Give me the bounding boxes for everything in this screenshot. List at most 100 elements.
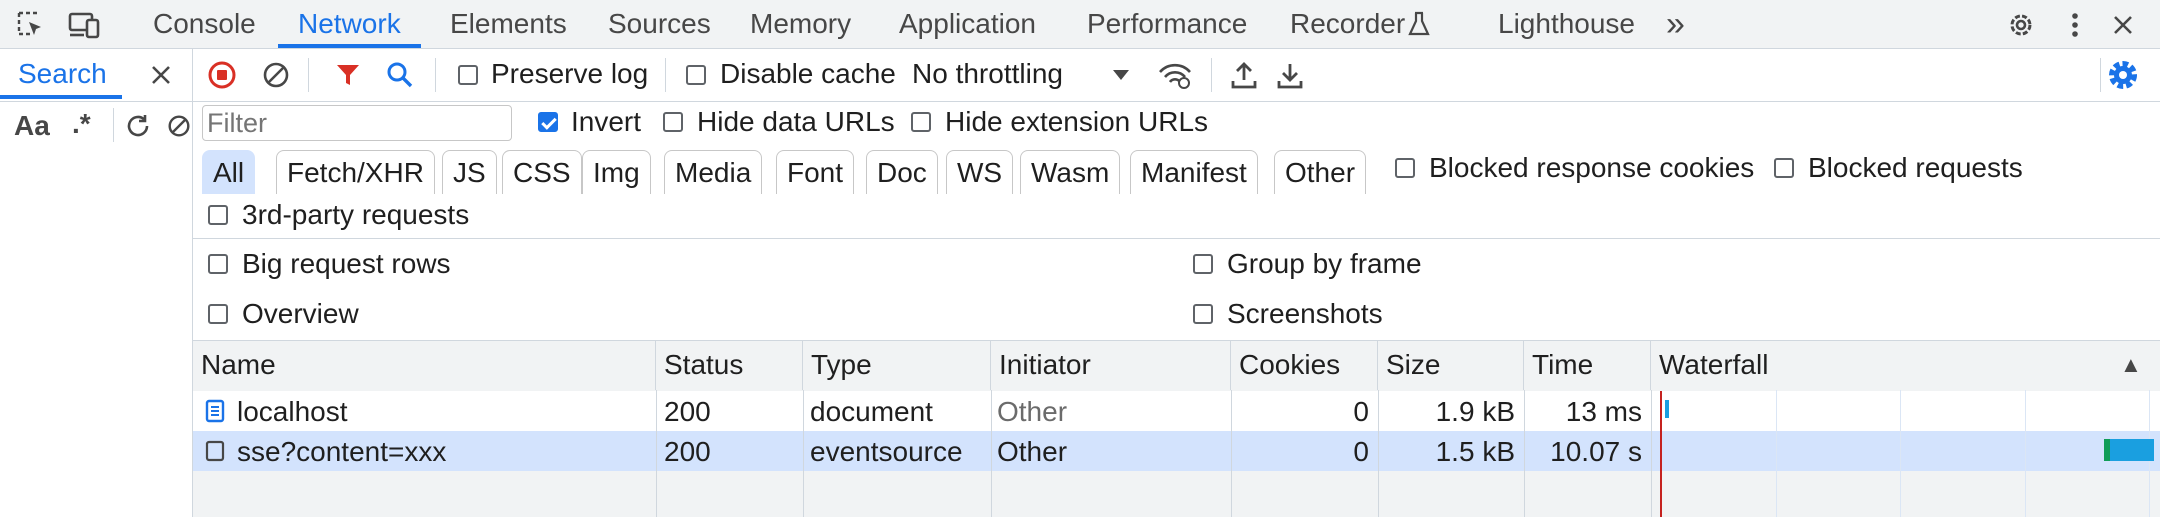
tab-elements[interactable]: Elements <box>450 0 567 48</box>
type-filter-media[interactable]: Media <box>664 150 763 194</box>
more-tabs-button[interactable]: » <box>1666 0 1685 48</box>
blocked-response-cookies-label: Blocked response cookies <box>1429 152 1755 183</box>
request-time: 10.07 s <box>1550 436 1642 467</box>
column-header-status[interactable]: Status <box>656 340 803 390</box>
blocked-requests-checkbox[interactable] <box>1774 158 1794 178</box>
type-filter-all[interactable]: All <box>202 150 256 194</box>
waterfall-bar <box>2110 439 2154 461</box>
overview-checkbox[interactable] <box>208 304 228 324</box>
throttling-select[interactable]: No throttling <box>912 58 1063 90</box>
type-filter-font[interactable]: Font <box>776 150 855 194</box>
column-header-time[interactable]: Time <box>1524 340 1651 390</box>
document-icon <box>204 398 226 424</box>
disable-cache-checkbox[interactable] <box>686 65 706 85</box>
network-settings-gear-icon[interactable] <box>2104 56 2142 94</box>
third-party-requests-checkbox[interactable] <box>208 205 228 225</box>
request-size: 1.5 kB <box>1435 436 1515 467</box>
request-name[interactable]: sse?content=xxx <box>237 432 446 472</box>
tab-memory[interactable]: Memory <box>750 0 851 48</box>
regex-button[interactable]: .* <box>72 108 91 140</box>
table-row[interactable] <box>193 391 2160 431</box>
clear-search-icon[interactable] <box>166 110 192 142</box>
big-request-rows-checkbox[interactable] <box>208 254 228 274</box>
type-filter-css[interactable]: CSS <box>502 150 582 194</box>
type-filter-img[interactable]: Img <box>582 150 651 194</box>
screenshots-label: Screenshots <box>1227 298 1383 329</box>
preserve-log-checkbox[interactable] <box>458 65 478 85</box>
type-filter-js[interactable]: JS <box>442 150 497 194</box>
hide-extension-urls-label: Hide extension URLs <box>945 106 1209 137</box>
device-toolbar-icon[interactable] <box>66 8 102 42</box>
settings-gear-icon[interactable] <box>2004 8 2038 42</box>
group-by-frame-label: Group by frame <box>1227 248 1422 279</box>
tab-network[interactable]: Network <box>278 0 421 48</box>
match-case-button[interactable]: Aa <box>14 110 50 142</box>
load-event-line <box>1660 391 1662 517</box>
search-icon[interactable] <box>384 59 416 91</box>
tab-console[interactable]: Console <box>153 0 256 48</box>
request-cookies: 0 <box>1353 436 1369 467</box>
request-type: document <box>810 396 933 427</box>
inspect-element-icon[interactable] <box>14 8 48 42</box>
divider <box>308 58 309 92</box>
close-search-icon[interactable] <box>146 60 176 90</box>
request-initiator: Other <box>997 396 1068 427</box>
hide-extension-urls-checkbox[interactable] <box>911 112 931 132</box>
more-options-icon[interactable] <box>2060 8 2090 42</box>
type-filter-other[interactable]: Other <box>1274 150 1367 194</box>
type-filter-ws[interactable]: WS <box>946 150 1014 194</box>
divider <box>113 108 114 142</box>
tab-lighthouse[interactable]: Lighthouse <box>1498 0 1635 48</box>
waterfall-gridline <box>1776 390 1777 517</box>
refresh-icon[interactable] <box>122 110 154 142</box>
type-filter-fetch-xhr[interactable]: Fetch/XHR <box>276 150 435 194</box>
request-type: eventsource <box>810 436 963 467</box>
network-conditions-icon[interactable] <box>1156 58 1194 92</box>
column-header-cookies[interactable]: Cookies <box>1231 340 1378 390</box>
column-divider <box>991 390 992 517</box>
waterfall-gridline <box>2025 390 2026 517</box>
close-devtools-icon[interactable] <box>2106 8 2140 42</box>
tab-recorder[interactable]: Recorder <box>1290 0 1405 48</box>
overview-label: Overview <box>242 298 359 329</box>
third-party-requests-label: 3rd-party requests <box>242 199 470 230</box>
column-header-name[interactable]: Name <box>193 340 656 390</box>
invert-checkbox[interactable] <box>538 112 558 132</box>
search-panel-tab[interactable]: Search <box>0 49 122 99</box>
waterfall-gridline <box>1900 390 1901 517</box>
export-har-icon[interactable] <box>1274 58 1306 92</box>
column-divider <box>803 390 804 517</box>
tab-application[interactable]: Application <box>899 0 1036 48</box>
import-har-icon[interactable] <box>1228 58 1260 92</box>
divider <box>665 58 666 92</box>
type-filter-wasm[interactable]: Wasm <box>1020 150 1121 194</box>
screenshots-checkbox[interactable] <box>1193 304 1213 324</box>
chevron-down-icon <box>1108 62 1134 88</box>
divider <box>1211 58 1212 92</box>
filter-input[interactable] <box>202 105 512 141</box>
hide-data-urls-label: Hide data URLs <box>697 106 895 137</box>
request-size: 1.9 kB <box>1435 396 1515 427</box>
type-filter-doc[interactable]: Doc <box>866 150 938 194</box>
request-name[interactable]: localhost <box>237 392 348 432</box>
invert-label: Invert <box>571 106 642 137</box>
tab-performance[interactable]: Performance <box>1087 0 1247 48</box>
column-header-size[interactable]: Size <box>1378 340 1524 390</box>
column-header-initiator[interactable]: Initiator <box>991 340 1231 390</box>
group-by-frame-checkbox[interactable] <box>1193 254 1213 274</box>
type-filter-manifest[interactable]: Manifest <box>1130 150 1258 194</box>
hide-data-urls-checkbox[interactable] <box>663 112 683 132</box>
request-time: 13 ms <box>1565 396 1642 427</box>
clear-log-icon[interactable] <box>260 59 292 91</box>
blocked-response-cookies-checkbox[interactable] <box>1395 158 1415 178</box>
eventsource-icon <box>204 438 226 464</box>
tab-sources[interactable]: Sources <box>608 0 711 48</box>
column-header-waterfall[interactable]: Waterfall <box>1651 340 2160 390</box>
stop-recording-icon[interactable] <box>206 59 238 91</box>
blocked-requests-label: Blocked requests <box>1808 152 2023 183</box>
request-cookies: 0 <box>1353 396 1369 427</box>
request-status: 200 <box>664 396 711 427</box>
filter-funnel-icon[interactable] <box>332 59 364 91</box>
column-header-type[interactable]: Type <box>803 340 991 390</box>
table-row-selected[interactable] <box>193 431 2160 471</box>
